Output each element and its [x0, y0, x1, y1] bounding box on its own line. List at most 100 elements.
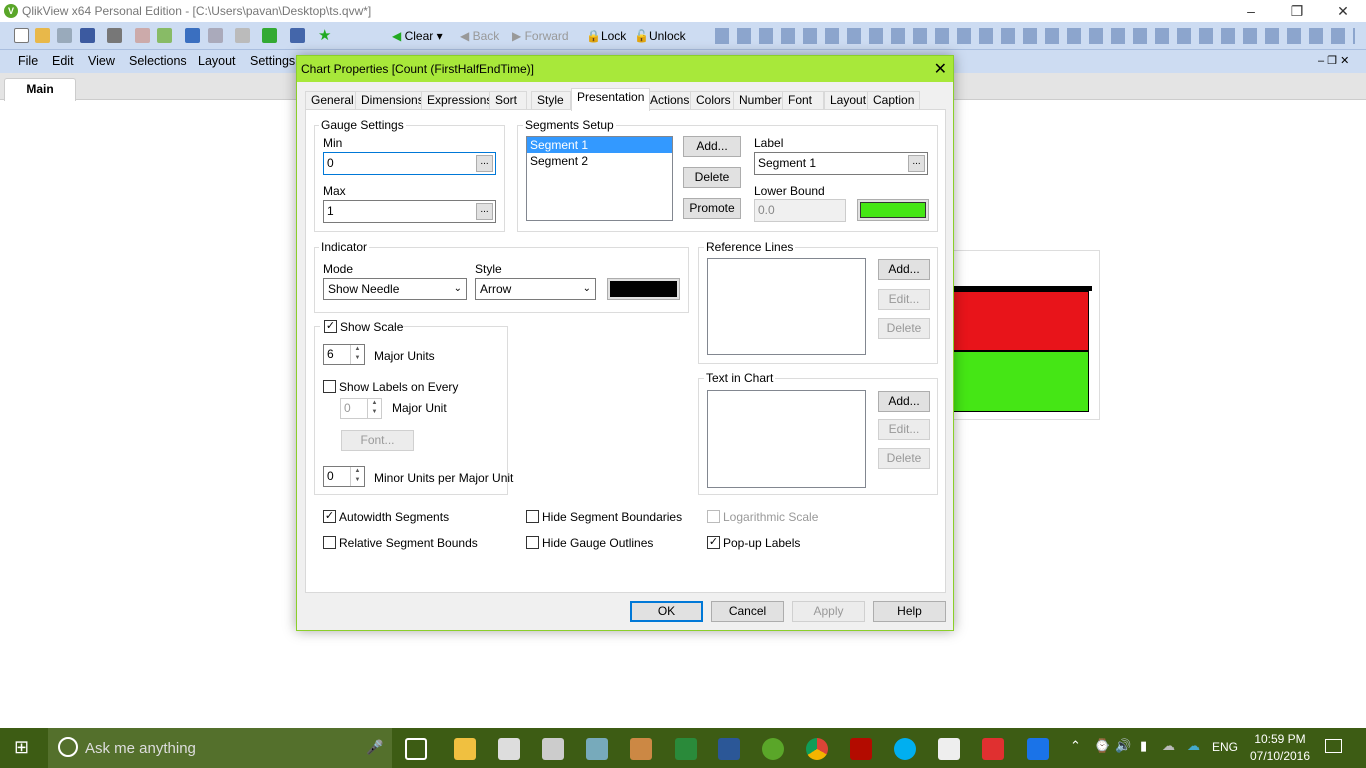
show-labels-checkbox[interactable]: [323, 380, 336, 393]
reference-lines-list[interactable]: [707, 258, 866, 355]
menu-edit[interactable]: Edit: [52, 54, 74, 68]
paint-icon[interactable]: [630, 738, 652, 760]
major-units-spinner[interactable]: 6 ▲ ▼: [323, 344, 365, 365]
windows-start-icon[interactable]: ⊞: [14, 737, 29, 758]
task-view-icon[interactable]: [405, 738, 427, 760]
apply-button[interactable]: Apply: [792, 601, 865, 622]
show-scale-checkbox[interactable]: ✓: [324, 320, 337, 333]
tab-number[interactable]: Number: [733, 91, 788, 110]
spinner-arrows-icon[interactable]: ▲ ▼: [367, 399, 381, 418]
word-icon[interactable]: [718, 738, 740, 760]
lower-bound-input[interactable]: 0.0: [754, 199, 846, 222]
tab-dimensions[interactable]: Dimensions: [355, 91, 430, 110]
star-icon[interactable]: ★: [318, 28, 333, 43]
segment-color-button[interactable]: [857, 199, 929, 221]
minor-units-spinner[interactable]: 0 ▲ ▼: [323, 466, 365, 487]
reference-delete-button[interactable]: Delete: [878, 318, 930, 339]
tab-presentation[interactable]: Presentation: [571, 88, 651, 111]
app-window-icon[interactable]: [1027, 738, 1049, 760]
tab-expressions[interactable]: Expressions: [421, 91, 499, 110]
language-indicator[interactable]: ENG: [1212, 740, 1238, 754]
gauge-chart[interactable]: [940, 250, 1100, 420]
ok-button[interactable]: OK: [630, 601, 703, 622]
camera-icon[interactable]: [938, 738, 960, 760]
indicator-color-button[interactable]: [607, 278, 680, 300]
menu-file[interactable]: File: [18, 54, 38, 68]
tab-caption[interactable]: Caption: [867, 91, 921, 110]
style-select[interactable]: Arrow ⌄: [475, 278, 596, 300]
reload-icon[interactable]: [57, 28, 72, 43]
segment-label-input[interactable]: Segment 1...: [754, 152, 928, 175]
app-red-icon[interactable]: [982, 738, 1004, 760]
label-unit-spinner[interactable]: 0 ▲ ▼: [340, 398, 382, 419]
spinner-arrows-icon[interactable]: ▲ ▼: [350, 467, 364, 486]
qlikview-taskbar-icon[interactable]: [762, 738, 784, 760]
store-icon[interactable]: [498, 738, 520, 760]
segment-promote-button[interactable]: Promote: [683, 198, 741, 219]
spinner-arrows-icon[interactable]: ▲ ▼: [350, 345, 364, 364]
reload-data-icon[interactable]: [157, 28, 172, 43]
tab-colors[interactable]: Colors: [690, 91, 737, 110]
min-input[interactable]: 0...: [323, 152, 496, 175]
edit-script-icon[interactable]: [135, 28, 150, 43]
unlock-button[interactable]: 🔓Unlock: [634, 27, 686, 45]
segment-item[interactable]: Segment 1: [527, 137, 672, 153]
menu-settings[interactable]: Settings: [250, 54, 295, 68]
max-input[interactable]: 1...: [323, 200, 496, 223]
text-delete-button[interactable]: Delete: [878, 448, 930, 469]
logarithmic-scale-checkbox[interactable]: [707, 510, 720, 523]
clock-date[interactable]: 07/10/2016: [1246, 749, 1314, 763]
mode-select[interactable]: Show Needle ⌄: [323, 278, 467, 300]
segment-item[interactable]: Segment 2: [527, 153, 672, 169]
menu-selections[interactable]: Selections: [129, 54, 187, 68]
design-toolbar-icons[interactable]: [715, 28, 1355, 44]
onedrive-icon[interactable]: ☁: [1162, 738, 1175, 754]
min-expression-button[interactable]: ...: [476, 155, 493, 172]
save-icon[interactable]: [80, 28, 95, 43]
cancel-button[interactable]: Cancel: [711, 601, 784, 622]
search-box[interactable]: Ask me anything 🎤: [48, 728, 392, 768]
file-explorer-icon[interactable]: [454, 738, 476, 760]
chrome-icon[interactable]: [806, 738, 828, 760]
chart-icon[interactable]: [290, 28, 305, 43]
forward-button[interactable]: ▶ Forward: [512, 27, 569, 45]
volume-icon[interactable]: 🔊: [1115, 738, 1131, 754]
qlik-sense-icon[interactable]: [675, 738, 697, 760]
redo-icon[interactable]: [208, 28, 223, 43]
tab-sort[interactable]: Sort: [489, 91, 527, 110]
segment-label-expression-button[interactable]: ...: [908, 155, 925, 172]
new-icon[interactable]: [14, 28, 29, 43]
calculator-icon[interactable]: [542, 738, 564, 760]
minimize-button[interactable]: –: [1228, 0, 1274, 22]
clock-time[interactable]: 10:59 PM: [1250, 732, 1310, 746]
undo-icon[interactable]: [185, 28, 200, 43]
autowidth-segments-checkbox[interactable]: ✓: [323, 510, 336, 523]
text-edit-button[interactable]: Edit...: [878, 419, 930, 440]
help-button[interactable]: Help: [873, 601, 946, 622]
menu-view[interactable]: View: [88, 54, 115, 68]
popup-labels-checkbox[interactable]: ✓: [707, 536, 720, 549]
reference-add-button[interactable]: Add...: [878, 259, 930, 280]
checkbox-icon[interactable]: [262, 28, 277, 43]
dialog-close-button[interactable]: ✕: [934, 59, 947, 79]
skype-icon[interactable]: [894, 738, 916, 760]
tab-font[interactable]: Font: [782, 91, 824, 110]
segment-add-button[interactable]: Add...: [683, 136, 741, 157]
hide-boundaries-checkbox[interactable]: [526, 510, 539, 523]
menu-layout[interactable]: Layout: [198, 54, 236, 68]
wifi-icon[interactable]: ⌚: [1094, 738, 1110, 754]
close-button[interactable]: ✕: [1320, 0, 1366, 22]
font-button[interactable]: Font...: [341, 430, 414, 451]
lock-button[interactable]: 🔒Lock: [586, 27, 626, 45]
battery-icon[interactable]: ▮: [1140, 738, 1147, 754]
clear-button[interactable]: ◀ Clear ▾: [392, 27, 443, 45]
text-in-chart-list[interactable]: [707, 390, 866, 488]
search-icon[interactable]: [235, 28, 250, 43]
tab-actions[interactable]: Actions: [644, 91, 696, 110]
action-center-icon[interactable]: [1325, 739, 1342, 753]
max-expression-button[interactable]: ...: [476, 203, 493, 220]
hide-outlines-checkbox[interactable]: [526, 536, 539, 549]
sheet-tab-main[interactable]: Main: [4, 78, 76, 101]
print-icon[interactable]: [107, 28, 122, 43]
restore-button[interactable]: ❐: [1274, 0, 1320, 22]
